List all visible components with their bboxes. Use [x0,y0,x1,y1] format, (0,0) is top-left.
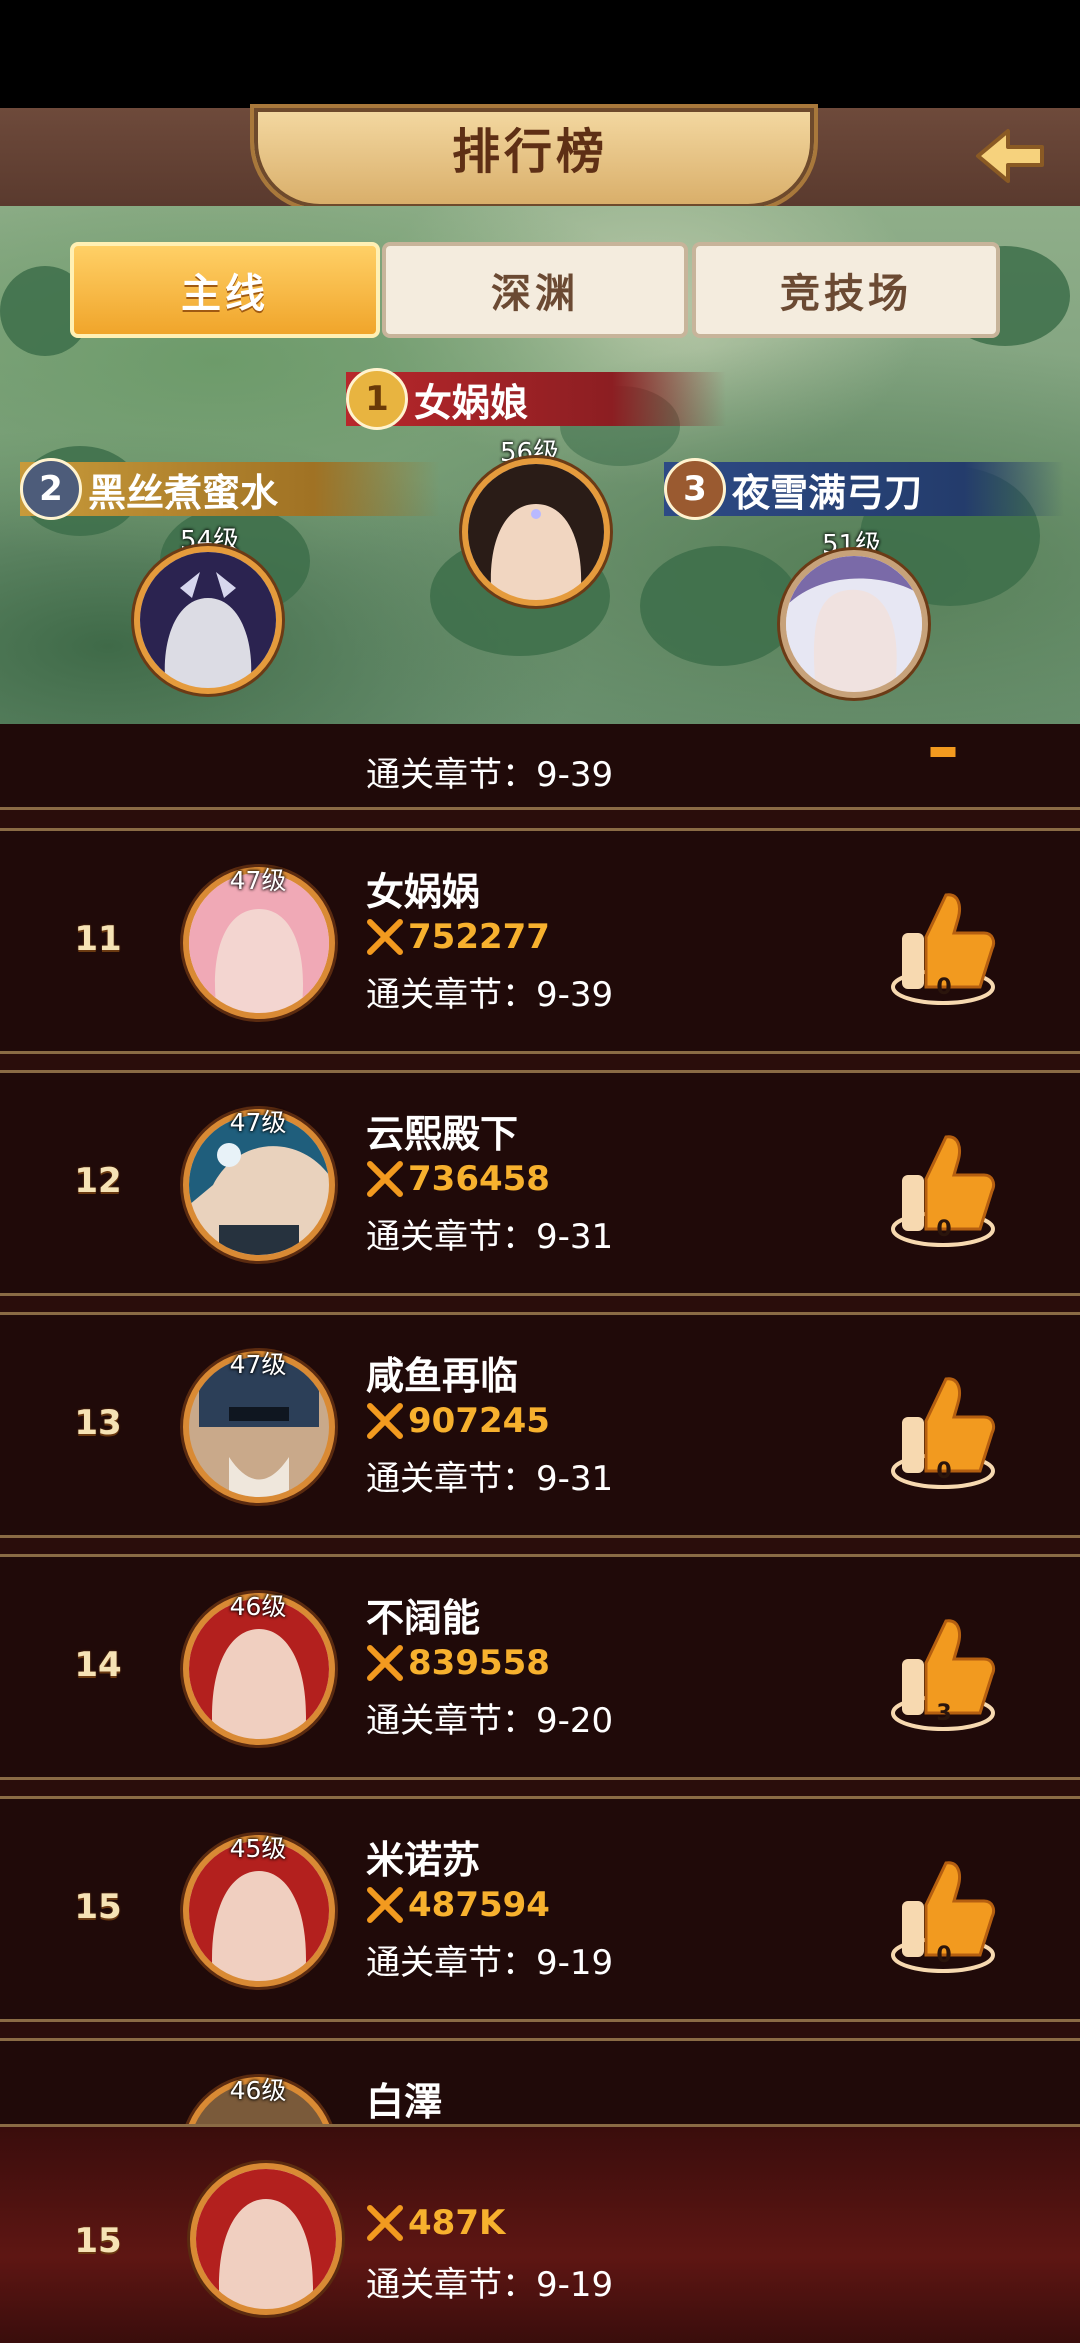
player-name: 不阔能 [366,1596,481,1640]
chapter-label: 通关章节：9-20 [366,1701,614,1741]
player-name: 云熙殿下 [366,1112,519,1156]
podium-first-name: 女娲娘 [414,380,529,425]
rank-number: 11 [74,919,122,959]
list-item-partial[interactable]: 通关章节：9-39 [0,724,1080,810]
tab-main-line[interactable]: 主线 [70,242,380,338]
chapter-label: 通关章节：9-31 [366,1459,614,1499]
my-avatar[interactable] [190,2163,342,2315]
tab-arena[interactable]: 竞技场 [692,242,1000,338]
crossed-swords-icon [367,1887,403,1923]
my-rank-number: 15 [74,2221,122,2261]
podium-second-banner: 2 黑丝煮蜜水 [20,458,440,520]
like-count: 0 [936,975,952,1000]
crossed-swords-icon [367,1403,403,1439]
podium-second-name: 黑丝煮蜜水 [88,470,279,515]
podium-first-banner: 1 女娲娘 [346,368,726,430]
power-stat: 907245 [366,1401,550,1441]
power-value: 487594 [408,1885,550,1925]
table-row[interactable]: 12 47级 云熙殿下 736458 通关章节：9-31 0 [0,1070,1080,1296]
rank-number: 14 [74,1645,122,1685]
power-value: 907245 [408,1401,550,1441]
power-value: 736458 [408,1159,550,1199]
level-badge: 47级 [229,866,287,895]
crossed-swords-icon [367,1161,403,1197]
like-count: 0 [936,1943,952,1968]
like-count: 0 [936,1217,952,1242]
power-value: 839558 [408,1643,550,1683]
table-row[interactable]: 13 47级 咸鱼再临 907245 通关章节：9-31 0 [0,1312,1080,1538]
ranking-list[interactable]: 通关章节：9-39 11 47级 女娲娲 752277 通关章节：9-39 0 … [0,724,1080,2124]
chapter-label: 通关章节：9-31 [366,1217,614,1257]
page-title: 排行榜 [451,124,608,180]
my-power-stat: 487K [366,2203,505,2243]
podium-third-avatar[interactable] [780,550,928,698]
rank-3-medal: 3 [664,458,726,520]
rank-1-medal: 1 [346,368,408,430]
table-row[interactable]: 14 46级 不阔能 839558 通关章节：9-20 3 [0,1554,1080,1780]
player-name: 咸鱼再临 [366,1354,519,1398]
level-badge: 47级 [229,1108,287,1137]
status-bar-area [0,0,1080,108]
crossed-swords-icon [367,2205,403,2241]
podium-second-avatar[interactable] [134,546,282,694]
arrow-back-icon [976,129,1044,183]
table-row[interactable]: 11 47级 女娲娲 752277 通关章节：9-39 0 [0,828,1080,1054]
tab-abyss[interactable]: 深渊 [382,242,688,338]
power-stat: 839558 [366,1643,550,1683]
podium-third-name: 夜雪满弓刀 [732,470,923,515]
crossed-swords-icon [367,919,403,955]
level-badge: 45级 [229,1834,287,1863]
my-power-value: 487K [408,2203,506,2243]
power-stat: 752277 [366,917,550,957]
crossed-swords-icon [367,1645,403,1681]
back-button[interactable] [965,116,1055,196]
level-badge: 46级 [229,2076,287,2105]
power-stat: 736458 [366,1159,550,1199]
podium-first-avatar[interactable] [462,458,610,606]
rank-2-medal: 2 [20,458,82,520]
podium-third-banner: 3 夜雪满弓刀 [664,458,1064,520]
player-name: 女娲娲 [366,870,481,914]
power-stat: 487594 [366,1885,550,1925]
rank-number: 12 [74,1161,122,1201]
rank-number: 15 [74,1887,122,1927]
table-row[interactable]: 46级 白澤 [0,2038,1080,2124]
chapter-label: 通关章节：9-39 [366,975,614,1015]
level-badge: 47级 [229,1350,287,1379]
thumbs-up-icon[interactable] [888,747,998,807]
like-count: 3 [936,1701,952,1726]
like-count: 0 [936,1459,952,1484]
power-value: 752277 [408,917,550,957]
rank-number: 13 [74,1403,122,1443]
chapter-label: 通关章节：9-19 [366,1943,614,1983]
player-name: 米诺苏 [366,1838,481,1882]
player-name: 白澤 [366,2080,443,2124]
chapter-label: 通关章节：9-39 [366,755,614,795]
table-row[interactable]: 15 45级 米诺苏 487594 通关章节：9-19 0 [0,1796,1080,2022]
level-badge: 46级 [229,1592,287,1621]
my-chapter-label: 通关章节：9-19 [366,2265,614,2305]
my-rank-bar: 15 487K 通关章节：9-19 [0,2124,1080,2343]
